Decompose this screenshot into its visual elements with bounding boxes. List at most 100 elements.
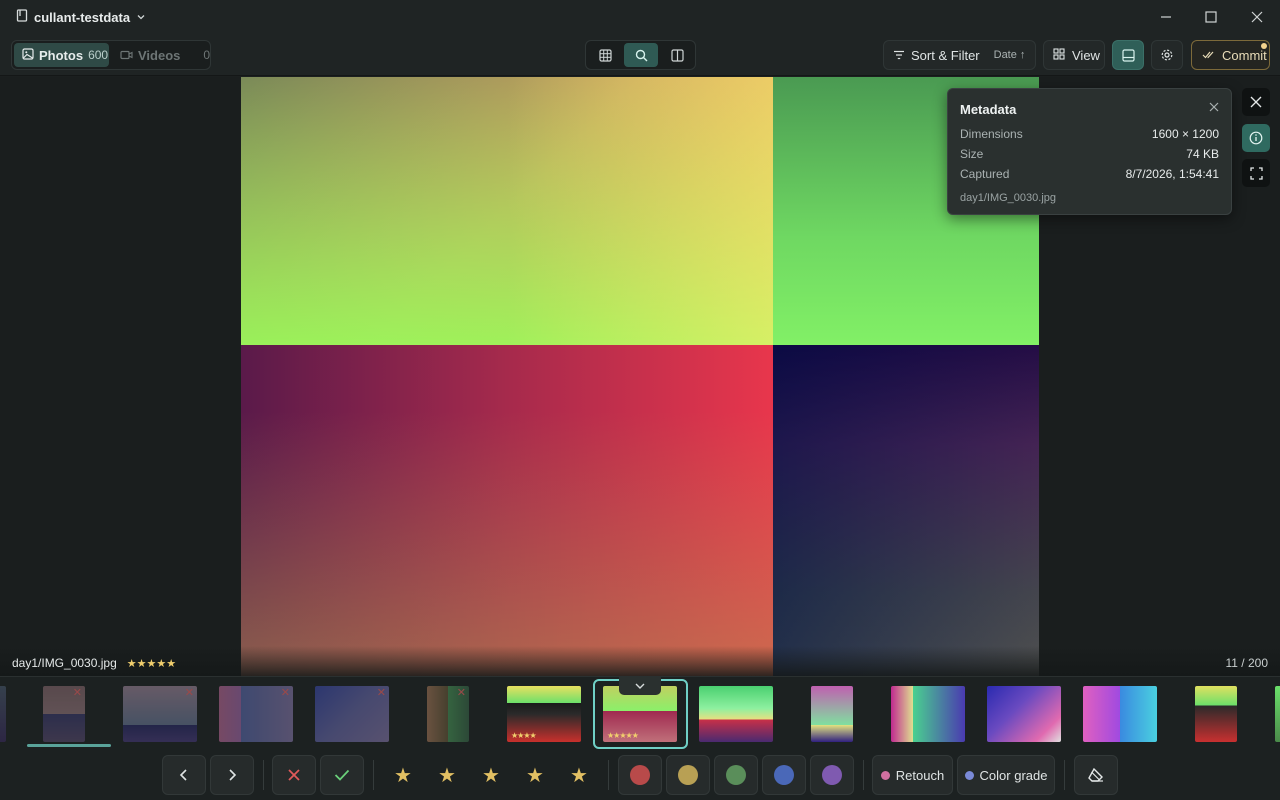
- star-icon: ★: [482, 764, 500, 787]
- rating-stars: ★★★★★: [126, 658, 177, 670]
- project-name: cullant-testdata: [34, 9, 131, 25]
- green-dot-icon: [726, 765, 746, 785]
- star-icon: ★: [570, 764, 588, 787]
- gear-icon: [1161, 49, 1173, 61]
- rate-2-star-button[interactable]: ★: [425, 755, 469, 795]
- commit-button[interactable]: Commit: [1191, 40, 1270, 70]
- next-button[interactable]: [210, 755, 254, 795]
- star-icon: ★: [526, 764, 544, 787]
- media-type-tabs: Photos 600 Videos 0: [11, 40, 211, 70]
- tab-photos[interactable]: Photos 600: [14, 43, 109, 67]
- settings-button[interactable]: [1151, 40, 1183, 70]
- view-button[interactable]: View: [1043, 40, 1105, 70]
- project-selector[interactable]: cullant-testdata: [16, 9, 146, 25]
- main-photo[interactable]: [241, 77, 1039, 676]
- grid-2x2-icon: [1053, 47, 1065, 63]
- purple-dot-icon: [822, 765, 842, 785]
- loupe-view-button[interactable]: [624, 43, 658, 67]
- red-dot-icon: [630, 765, 650, 785]
- close-viewer-button[interactable]: [1242, 88, 1270, 116]
- eraser-icon: [1088, 767, 1103, 782]
- maximize-button[interactable]: [1197, 6, 1225, 28]
- filmstrip-thumbnail[interactable]: ✕: [315, 686, 389, 742]
- pink-dot-icon: [880, 770, 890, 780]
- blue-dot-icon: [774, 765, 794, 785]
- filmstrip-thumbnail[interactable]: [0, 686, 6, 742]
- chevron-down-icon: [635, 683, 645, 689]
- image-icon: [22, 47, 34, 63]
- close-window-button[interactable]: [1243, 6, 1271, 28]
- color-label-green-button[interactable]: [714, 755, 758, 795]
- filmstrip-thumbnail[interactable]: [891, 686, 965, 742]
- rate-1-star-button[interactable]: ★: [381, 755, 425, 795]
- filmstrip-toggle-button[interactable]: [1112, 40, 1144, 70]
- photo-counter: 11 / 200: [1225, 656, 1268, 670]
- tag-retouch-button[interactable]: Retouch: [872, 755, 953, 795]
- filmstrip-thumbnail[interactable]: [1195, 686, 1237, 742]
- metadata-row: Size 74 KB: [960, 147, 1219, 161]
- filmstrip-thumbnail[interactable]: ★★★★: [507, 686, 581, 742]
- filmstrip-thumbnail[interactable]: [1083, 686, 1157, 742]
- minimize-icon: [1161, 16, 1171, 18]
- grid-view-button[interactable]: [588, 43, 622, 67]
- reject-mark: ✕: [280, 687, 290, 699]
- rate-3-star-button[interactable]: ★: [469, 755, 513, 795]
- action-bar: ★ ★ ★ ★ ★ Retouch Color grade: [0, 750, 1280, 800]
- toolbar: Photos 600 Videos 0 Sort & Filter Date ↑: [0, 34, 1280, 76]
- double-check-icon: [1202, 48, 1216, 63]
- reject-mark: ✕: [376, 687, 386, 699]
- sort-filter-button[interactable]: Sort & Filter Date ↑: [883, 40, 1036, 70]
- metadata-value: 1600 × 1200: [1151, 127, 1219, 141]
- filmstrip-thumbnail[interactable]: [699, 686, 773, 742]
- tab-videos[interactable]: Videos 0: [120, 43, 210, 67]
- filmstrip-scrollbar[interactable]: [27, 744, 111, 747]
- metadata-panel: Metadata Dimensions 1600 × 1200 Size 74 …: [947, 88, 1232, 215]
- filmstrip-thumbnail[interactable]: ✕: [123, 686, 197, 742]
- metadata-title: Metadata: [960, 102, 1017, 117]
- fullscreen-button[interactable]: [1242, 159, 1270, 187]
- reject-button[interactable]: [272, 755, 316, 795]
- thumbnail-rating: ★★★★: [511, 731, 537, 740]
- filmstrip-thumbnail[interactable]: ✕: [43, 686, 85, 742]
- minimize-button[interactable]: [1152, 6, 1180, 28]
- rate-5-star-button[interactable]: ★: [557, 755, 601, 795]
- star-icon: ★: [394, 764, 412, 787]
- keep-button[interactable]: [320, 755, 364, 795]
- search-icon: [635, 49, 647, 61]
- info-icon: [1249, 131, 1263, 145]
- maximize-icon: [1205, 11, 1217, 23]
- info-button[interactable]: [1242, 124, 1270, 152]
- reject-mark: ✕: [72, 687, 82, 699]
- commit-label: Commit: [1222, 47, 1267, 63]
- view-mode-group: [585, 40, 696, 70]
- metadata-path: day1/IMG_0030.jpg: [960, 192, 1057, 204]
- rate-4-star-button[interactable]: ★: [513, 755, 557, 795]
- metadata-key: Captured: [960, 167, 1010, 181]
- filmstrip-thumbnail[interactable]: [987, 686, 1061, 742]
- color-label-red-button[interactable]: [618, 755, 662, 795]
- filmstrip-thumbnail[interactable]: ✕: [219, 686, 293, 742]
- video-icon: [120, 48, 133, 63]
- thumbnail-rating: ★★★★★: [607, 731, 639, 740]
- tab-videos-label: Videos: [138, 47, 181, 63]
- close-metadata-button[interactable]: [1209, 99, 1219, 115]
- photo-filename: day1/IMG_0030.jpg ★★★★★: [12, 656, 176, 670]
- color-label-yellow-button[interactable]: [666, 755, 710, 795]
- close-icon: [1209, 102, 1219, 112]
- tag-color-grade-button[interactable]: Color grade: [957, 755, 1055, 795]
- compare-view-button[interactable]: [660, 43, 694, 67]
- color-label-purple-button[interactable]: [810, 755, 854, 795]
- sort-filter-label: Sort & Filter: [911, 47, 980, 63]
- metadata-key: Dimensions: [960, 127, 1023, 141]
- sort-value: Date: [993, 49, 1017, 61]
- color-grade-label: Color grade: [979, 767, 1048, 783]
- reject-mark: ✕: [456, 687, 466, 699]
- previous-button[interactable]: [162, 755, 206, 795]
- filmstrip-thumbnail[interactable]: ✕: [427, 686, 469, 742]
- clear-labels-button[interactable]: [1074, 755, 1118, 795]
- title-bar: cullant-testdata: [0, 0, 1280, 34]
- filmstrip-thumbnail[interactable]: [1275, 686, 1280, 742]
- filmstrip-thumbnail[interactable]: [811, 686, 853, 742]
- collapse-filmstrip-button[interactable]: [619, 677, 661, 695]
- color-label-blue-button[interactable]: [762, 755, 806, 795]
